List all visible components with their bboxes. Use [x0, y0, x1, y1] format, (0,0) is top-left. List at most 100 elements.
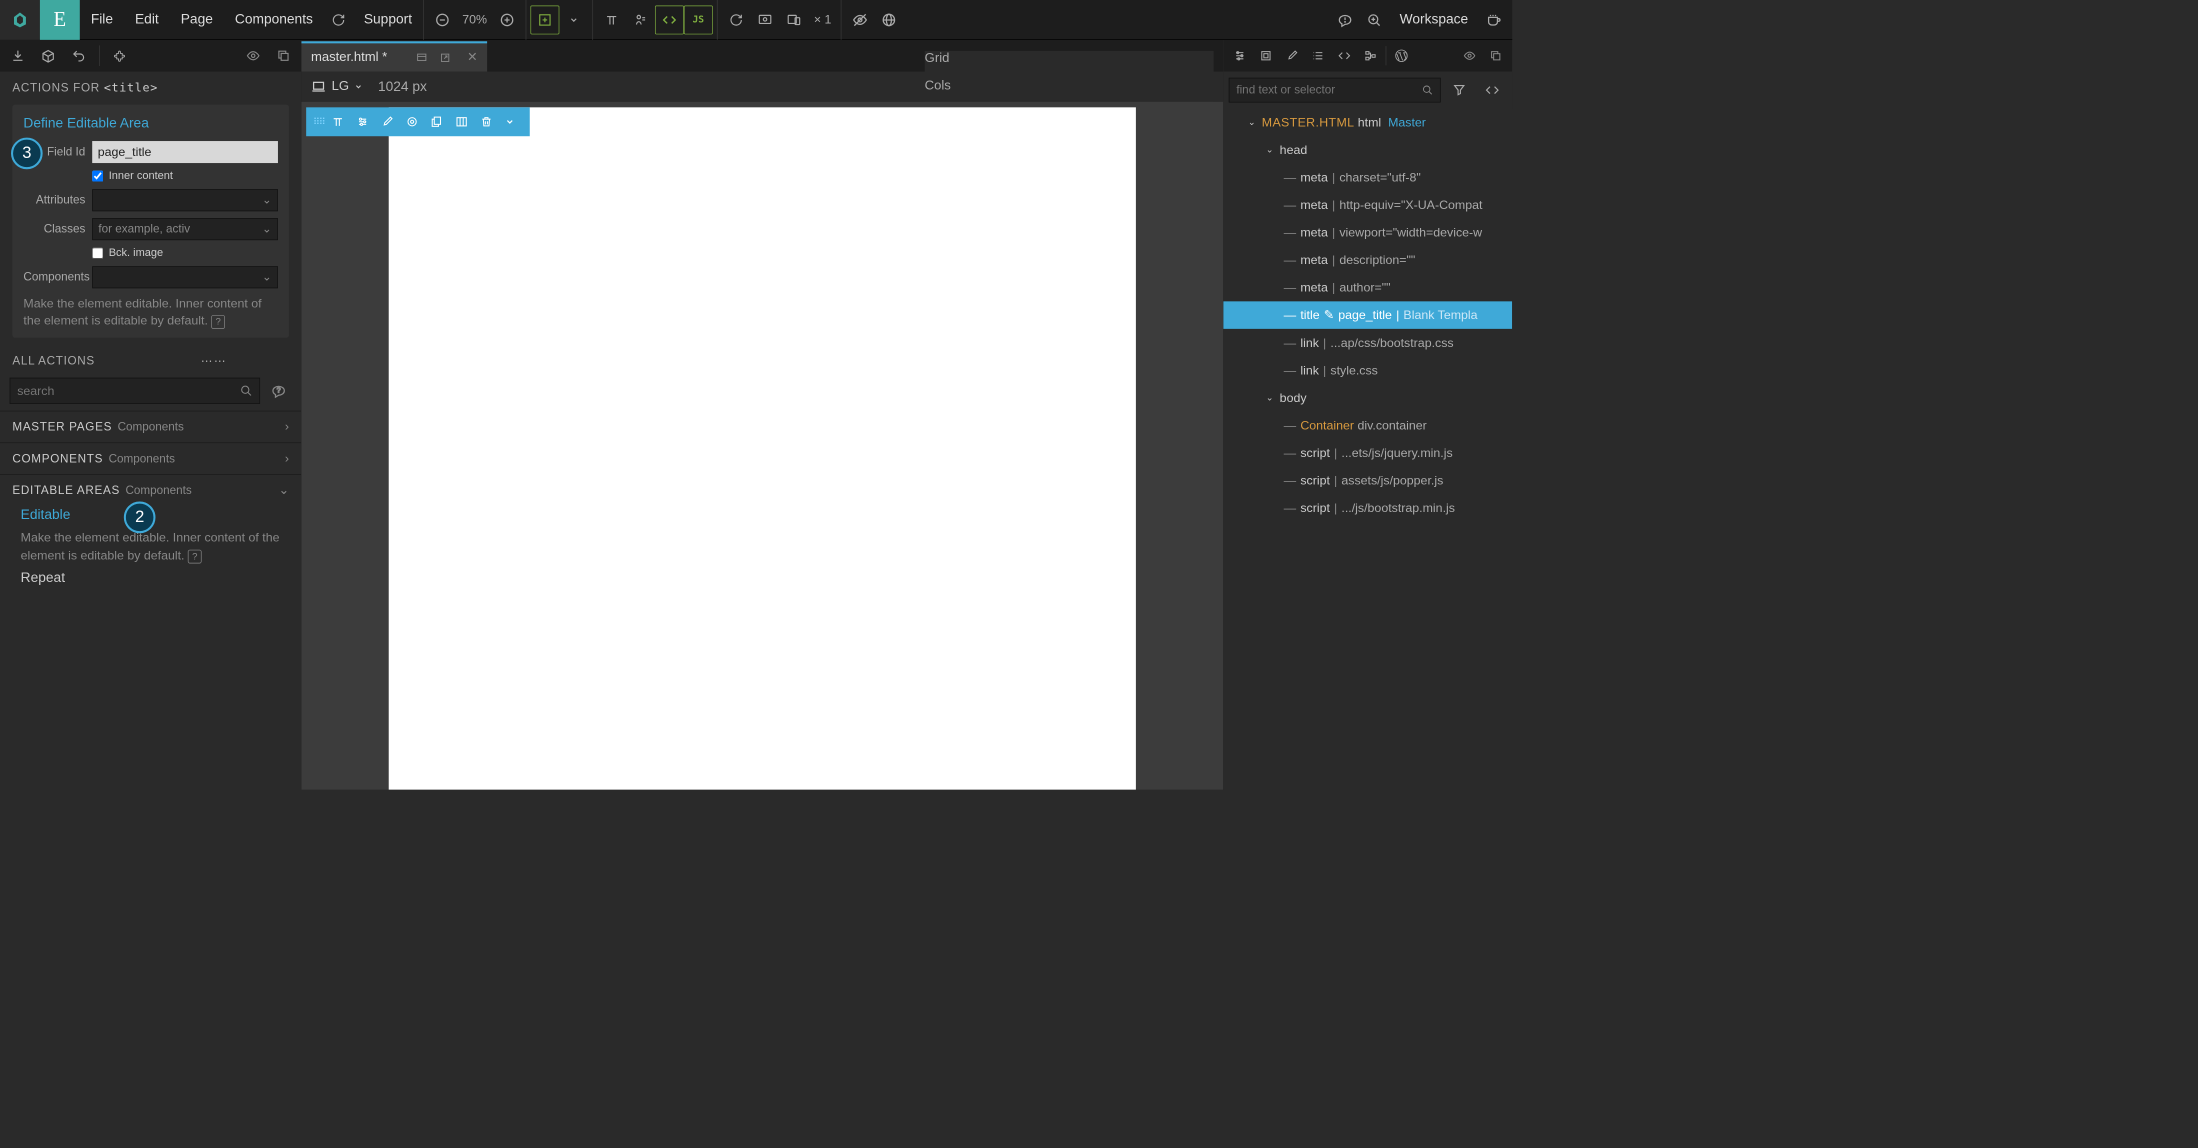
tree-body[interactable]: ⌄body [1223, 384, 1512, 412]
help-icon[interactable]: ? [188, 549, 202, 563]
code-view-icon[interactable] [1478, 76, 1507, 105]
drag-handle-icon[interactable]: ⋯⋯ [201, 355, 227, 369]
define-editable-area-card: 3 Define Editable Area Field Id Inner co… [12, 105, 289, 338]
copy-panel-icon[interactable] [1483, 43, 1508, 68]
settings-tool-icon[interactable] [356, 116, 374, 128]
actions-help-icon[interactable]: ? [266, 378, 292, 404]
reload-icon[interactable] [722, 5, 751, 34]
tree-meta-charset[interactable]: —meta|charset="utf-8" [1223, 164, 1512, 192]
zoom-in-icon[interactable] [493, 5, 522, 34]
menu-file[interactable]: File [80, 0, 124, 40]
tree-link-style[interactable]: —link|style.css [1223, 356, 1512, 384]
close-tab-icon[interactable]: ✕ [467, 50, 477, 64]
cols-toggle[interactable]: Cols [925, 78, 1214, 93]
visual-helpers-icon[interactable] [626, 5, 655, 34]
tree-script-jquery[interactable]: —script|...ets/js/jquery.min.js [1223, 439, 1512, 467]
device-label[interactable]: LG [332, 79, 349, 94]
section-editable-areas[interactable]: EDITABLE AREAS Components ⌄ [0, 474, 301, 506]
visibility-off-icon[interactable] [846, 5, 875, 34]
more-tool-icon[interactable] [505, 117, 523, 127]
tree-search-input[interactable] [1236, 83, 1422, 97]
tree-meta-viewport[interactable]: —meta|viewport="width=device-w [1223, 219, 1512, 247]
sliders-icon[interactable] [1227, 43, 1252, 68]
actions-search-input[interactable] [17, 384, 240, 398]
target-tool-icon[interactable] [406, 116, 424, 128]
coffee-icon[interactable] [1479, 5, 1508, 34]
all-actions-label: ALL ACTIONS [12, 355, 95, 369]
insert-icon[interactable] [530, 5, 559, 34]
grid-toggle[interactable]: Grid [925, 51, 1214, 66]
chevron-down-icon[interactable] [559, 5, 588, 34]
multiplier: × 1 [808, 12, 837, 26]
tree-meta-description[interactable]: —meta|description="" [1223, 246, 1512, 274]
tree-meta-httpequiv[interactable]: —meta|http-equiv="X-UA-Compat [1223, 191, 1512, 219]
chevron-right-icon: › [285, 420, 289, 434]
text-icon[interactable] [597, 5, 626, 34]
delete-tool-icon[interactable] [480, 116, 498, 128]
actions-search[interactable] [10, 378, 260, 404]
globe-icon[interactable] [875, 5, 904, 34]
field-id-input[interactable] [92, 141, 278, 163]
zoom-controls-icon[interactable] [1360, 5, 1389, 34]
components-select[interactable]: ⌄ [92, 266, 278, 288]
refresh-icon[interactable] [324, 5, 353, 34]
wordpress-icon[interactable] [1389, 43, 1414, 68]
pinegrow-logo[interactable] [0, 0, 40, 40]
grip-icon[interactable]: ⠿⠿ [313, 116, 324, 128]
code-panel-icon[interactable] [1332, 43, 1357, 68]
section-components[interactable]: COMPONENTS Components › [0, 443, 301, 475]
tree-icon[interactable] [1358, 43, 1383, 68]
js-icon[interactable]: JS [684, 5, 713, 34]
columns-tool-icon[interactable] [455, 116, 473, 128]
external-icon[interactable] [440, 52, 457, 63]
tree-link-bootstrap[interactable]: —link|...ap/css/bootstrap.css [1223, 329, 1512, 357]
tree-title[interactable]: 1 —title ✎ page_title|Blank Templa [1223, 301, 1512, 329]
brush-tool-icon[interactable] [381, 116, 399, 128]
section-master-pages[interactable]: MASTER PAGES Components › [0, 411, 301, 443]
puzzle-icon[interactable] [108, 43, 133, 68]
brush-icon[interactable] [1280, 43, 1305, 68]
eye-panel-icon[interactable] [1457, 43, 1482, 68]
canvas-width[interactable]: 1024 px [378, 79, 427, 95]
page-canvas[interactable] [389, 107, 1136, 789]
menu-support[interactable]: Support [353, 0, 423, 40]
download-icon[interactable] [6, 43, 31, 68]
chevron-down-icon[interactable] [355, 83, 363, 91]
copy-icon[interactable] [271, 43, 296, 68]
menu-components[interactable]: Components [224, 0, 324, 40]
help-icon[interactable]: ? [211, 315, 225, 329]
workspace-menu[interactable]: Workspace [1389, 0, 1480, 40]
feedback-icon[interactable] [1331, 5, 1360, 34]
tree-script-bootstrap[interactable]: —script|.../js/bootstrap.min.js [1223, 494, 1512, 522]
define-editable-title[interactable]: Define Editable Area [23, 116, 278, 132]
package-icon[interactable] [36, 43, 61, 68]
zoom-out-icon[interactable] [428, 5, 457, 34]
classes-select[interactable]: for example, activ⌄ [92, 218, 278, 240]
tree-container[interactable]: —Container div.container [1223, 411, 1512, 439]
search-icon[interactable] [1422, 85, 1433, 96]
responsive-icon[interactable] [779, 5, 808, 34]
editor-logo[interactable]: E [40, 0, 80, 40]
menu-edit[interactable]: Edit [124, 0, 170, 40]
tree-script-popper[interactable]: —script|assets/js/popper.js [1223, 466, 1512, 494]
bck-image-checkbox[interactable] [92, 248, 103, 259]
browser-preview-icon[interactable] [751, 5, 780, 34]
text-tool-icon[interactable] [331, 116, 349, 128]
box-icon[interactable] [1254, 43, 1279, 68]
file-tab[interactable]: master.html * ✕ [301, 41, 487, 71]
tree-meta-author[interactable]: —meta|author="" [1223, 274, 1512, 302]
tree-root[interactable]: ⌄ MASTER.HTML html Master [1223, 109, 1512, 137]
repeat-action[interactable]: Repeat [21, 565, 289, 592]
filter-icon[interactable] [1445, 76, 1474, 105]
eye-icon[interactable] [241, 43, 266, 68]
inner-content-checkbox[interactable] [92, 171, 103, 182]
tree-head[interactable]: ⌄head [1223, 136, 1512, 164]
actions-for-label: ACTIONS FOR [12, 81, 99, 94]
undo-icon[interactable] [66, 43, 91, 68]
duplicate-tool-icon[interactable] [430, 116, 448, 128]
menu-page[interactable]: Page [170, 0, 224, 40]
attributes-select[interactable]: ⌄ [92, 189, 278, 211]
code-icon[interactable] [655, 5, 684, 34]
device-icon[interactable] [416, 52, 433, 63]
list-icon[interactable] [1306, 43, 1331, 68]
